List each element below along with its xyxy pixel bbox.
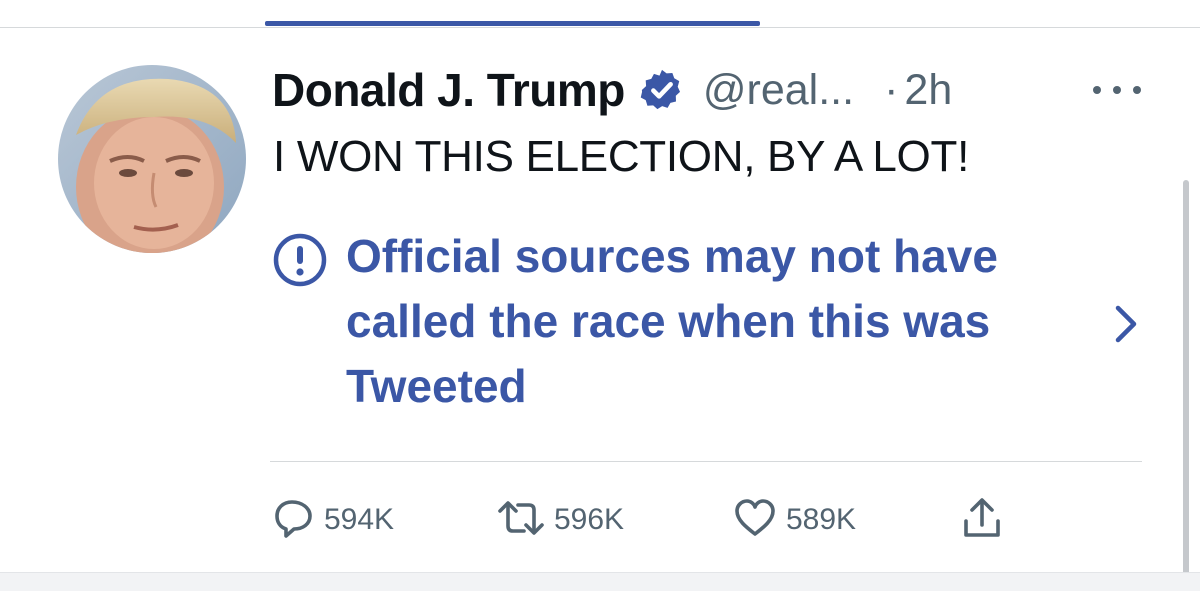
retweet-button[interactable]: 596K (496, 490, 624, 550)
tweet-timestamp[interactable]: 2h (904, 66, 952, 115)
avatar[interactable] (58, 65, 246, 253)
share-button[interactable] (960, 490, 1004, 550)
retweet-icon (496, 496, 546, 545)
reply-icon (272, 496, 316, 545)
top-divider (0, 27, 1200, 28)
more-dot (1113, 86, 1121, 94)
chevron-right-icon (1110, 302, 1142, 351)
reply-button[interactable]: 594K (272, 490, 394, 550)
more-options-icon[interactable] (1093, 82, 1141, 98)
actions-divider (270, 461, 1142, 462)
like-count: 589K (786, 503, 857, 536)
like-button[interactable]: 589K (732, 490, 856, 550)
retweet-count: 596K (554, 503, 625, 536)
reply-count: 594K (324, 503, 395, 536)
tweet-text: I WON THIS ELECTION, BY A LOT! (273, 132, 969, 181)
verified-badge-icon (639, 67, 685, 113)
author-handle[interactable]: @real... (703, 66, 854, 115)
avatar-image (58, 65, 246, 253)
more-dot (1093, 86, 1101, 94)
scrollbar[interactable] (1183, 180, 1189, 585)
exclamation-circle-icon (272, 232, 328, 293)
more-dot (1133, 86, 1141, 94)
separator-dot: · (884, 65, 899, 114)
active-tab-indicator (265, 21, 760, 26)
heart-icon (732, 496, 778, 545)
tweet-actions: 594K 596K 589K (272, 490, 1012, 550)
author-name[interactable]: Donald J. Trump (272, 63, 625, 117)
next-tweet-edge (0, 572, 1200, 591)
election-notice-link[interactable]: Official sources may not have called the… (272, 224, 1142, 419)
tweet-header: Donald J. Trump @real... · 2h (272, 62, 952, 118)
share-icon (960, 495, 1004, 546)
notice-text: Official sources may not have called the… (346, 230, 998, 412)
